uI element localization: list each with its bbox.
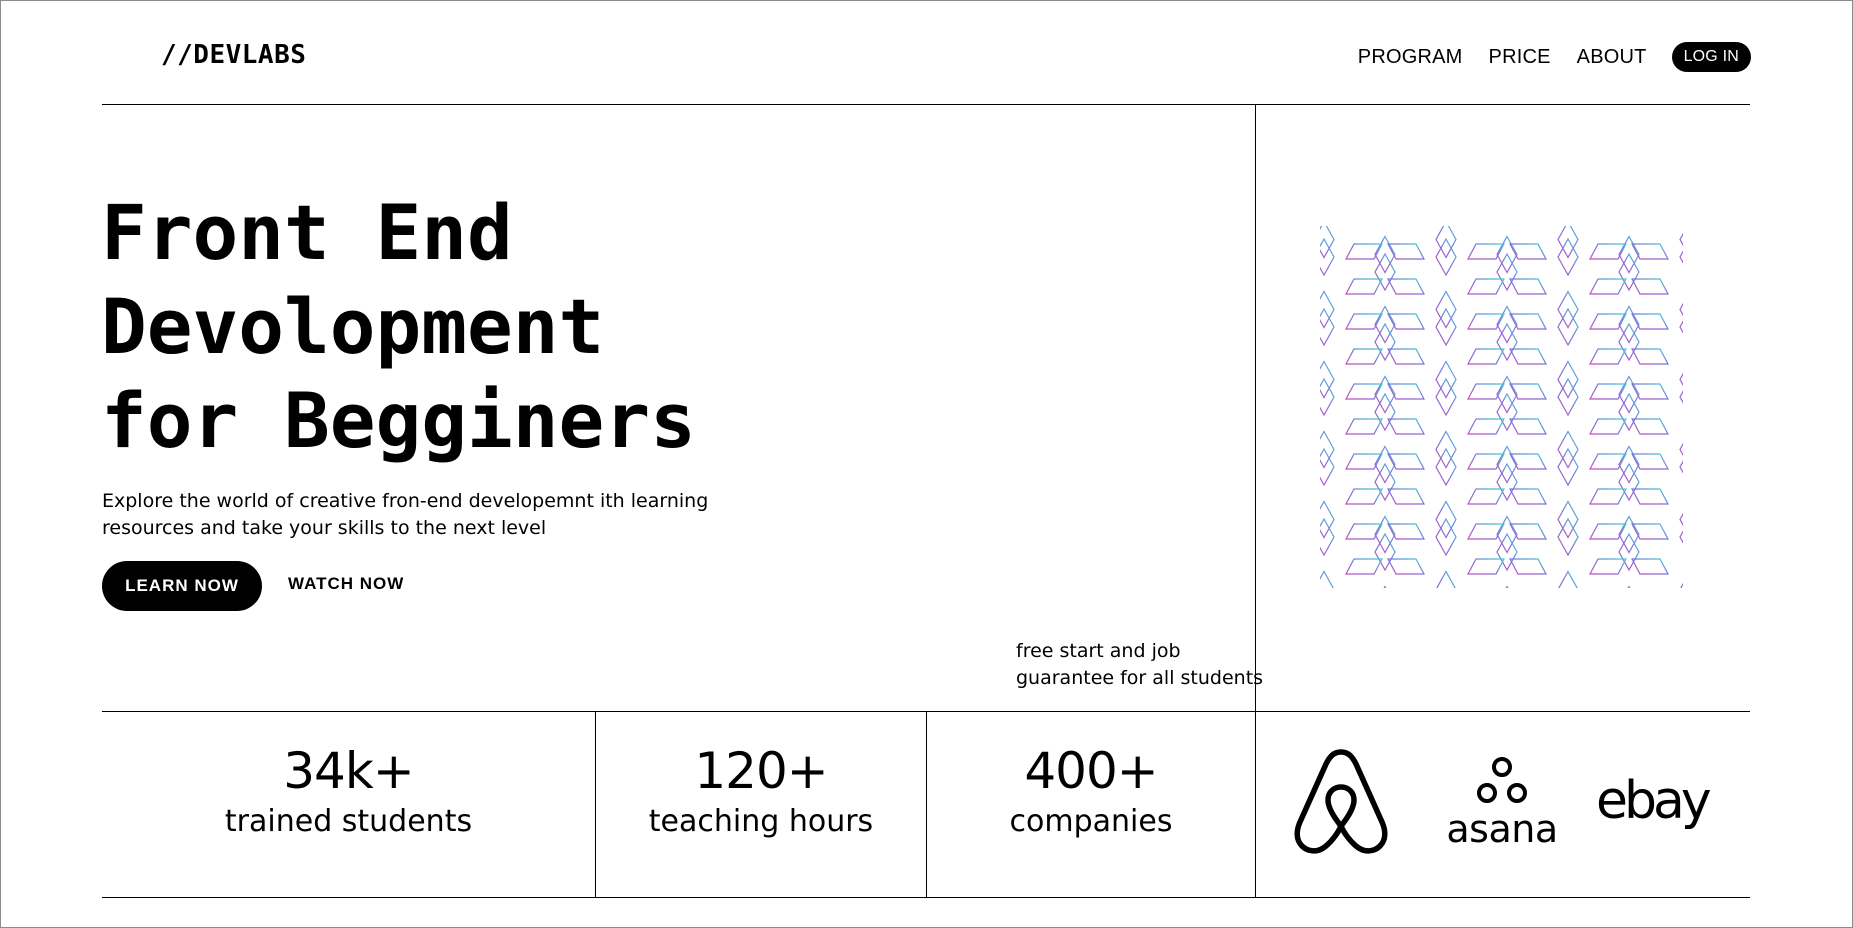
pattern-shape [1467,418,1505,435]
headline-line: Devolopment [101,282,605,371]
geometric-pattern-image [1320,226,1683,588]
stat-label: trained students [224,804,473,839]
stat-value: 120+ [694,742,828,800]
pattern-shape [1631,558,1669,575]
stat-value: 400+ [1024,742,1158,800]
pattern-shape [1387,488,1425,505]
nav-link-program[interactable]: PROGRAM [1358,46,1463,69]
partner-logos: asana ebay [1294,749,1715,854]
pattern-shape [1345,558,1383,575]
pattern-shape [1509,488,1547,505]
watch-now-button[interactable]: WATCH NOW [288,574,404,594]
pattern-shape [1589,418,1627,435]
pattern-shape [1467,348,1505,365]
stat-label: companies [1009,804,1173,839]
svg-text:asana: asana [1446,807,1557,851]
pattern-shape [1467,558,1505,575]
pattern-shape [1589,278,1627,295]
pattern-shape [1509,278,1547,295]
pattern-shape [1436,570,1456,588]
stat-value: 34k+ [283,742,414,800]
guarantee-line: guarantee for all students [1016,667,1264,689]
pattern-shape [1345,418,1383,435]
pattern-shape [1320,570,1334,588]
ebay-logo-icon: ebay [1596,771,1715,831]
pattern-shape [1345,348,1383,365]
stat-companies: 400+ companies [927,742,1255,842]
pattern-shape [1387,348,1425,365]
asana-logo-icon: asana [1446,757,1558,851]
svg-text:ebay: ebay [1596,771,1711,831]
stat-teaching-hours: 120+ teaching hours [596,742,926,842]
pattern-shape [1509,348,1547,365]
pattern-shape [1631,278,1669,295]
pattern-shape [1509,418,1547,435]
headline-line: Front End [101,188,513,277]
pattern-shape [1345,278,1383,295]
pattern-shape [1631,488,1669,505]
pattern-shape [1631,348,1669,365]
login-button[interactable]: LOG IN [1671,42,1751,72]
guarantee-note: free start and job guarantee for all stu… [1016,638,1263,692]
pattern-shape [1589,348,1627,365]
stat-trained-students: 34k+ trained students [102,742,595,842]
site-logo[interactable]: //DEVLABS [161,40,306,70]
nav-link-about[interactable]: ABOUT [1577,46,1647,69]
guarantee-line: free start and job [1016,640,1181,662]
pattern-shape [1467,488,1505,505]
pattern-shape [1558,570,1578,588]
pattern-shape [1589,558,1627,575]
pattern-shape [1505,585,1509,588]
learn-now-button[interactable]: LEARN NOW [102,561,262,611]
hero-description: Explore the world of creative fron-end d… [102,488,722,542]
pattern-shape [1345,488,1383,505]
hero-headline: Front End Devolopment for Begginers [101,186,696,468]
pattern-shape [1509,558,1547,575]
pattern-shape [1383,585,1387,588]
description-line: resources and take your skills to the ne… [102,517,547,539]
airbnb-logo-icon [1294,749,1388,854]
pattern-shape [1387,418,1425,435]
pattern-shape [1627,585,1631,588]
header-divider [102,104,1750,105]
stats-bottom-divider [102,897,1750,898]
stat-label: teaching hours [648,804,874,839]
description-line: Explore the world of creative fron-end d… [102,490,709,512]
nav-link-price[interactable]: PRICE [1489,46,1551,69]
main-nav: PROGRAM PRICE ABOUT LOG IN [1332,42,1751,72]
pattern-shape [1589,488,1627,505]
pattern-shape [1387,558,1425,575]
pattern-shape [1467,278,1505,295]
headline-line: for Begginers [101,376,696,465]
pattern-shape [1387,278,1425,295]
pattern-shape [1680,582,1683,588]
pattern-shape [1631,418,1669,435]
